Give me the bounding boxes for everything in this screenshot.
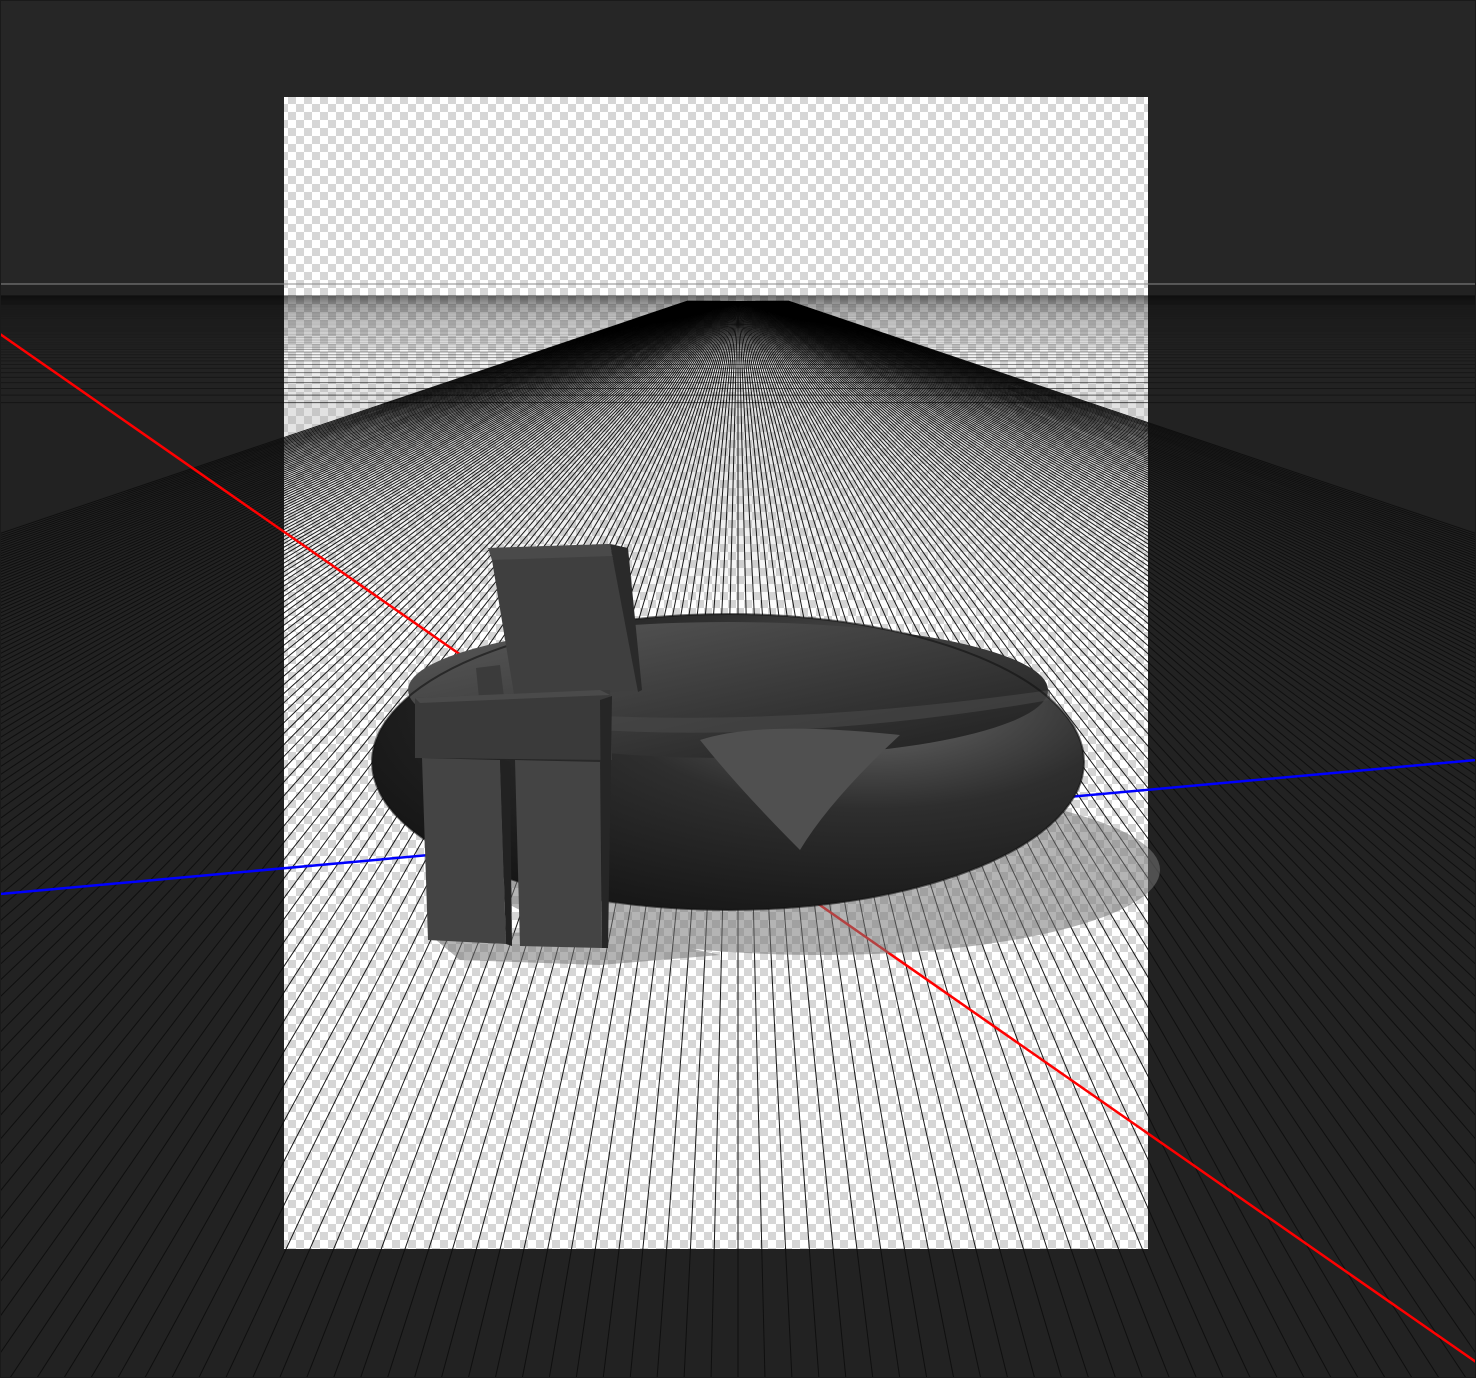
3d-viewport[interactable] — [0, 0, 1476, 1378]
